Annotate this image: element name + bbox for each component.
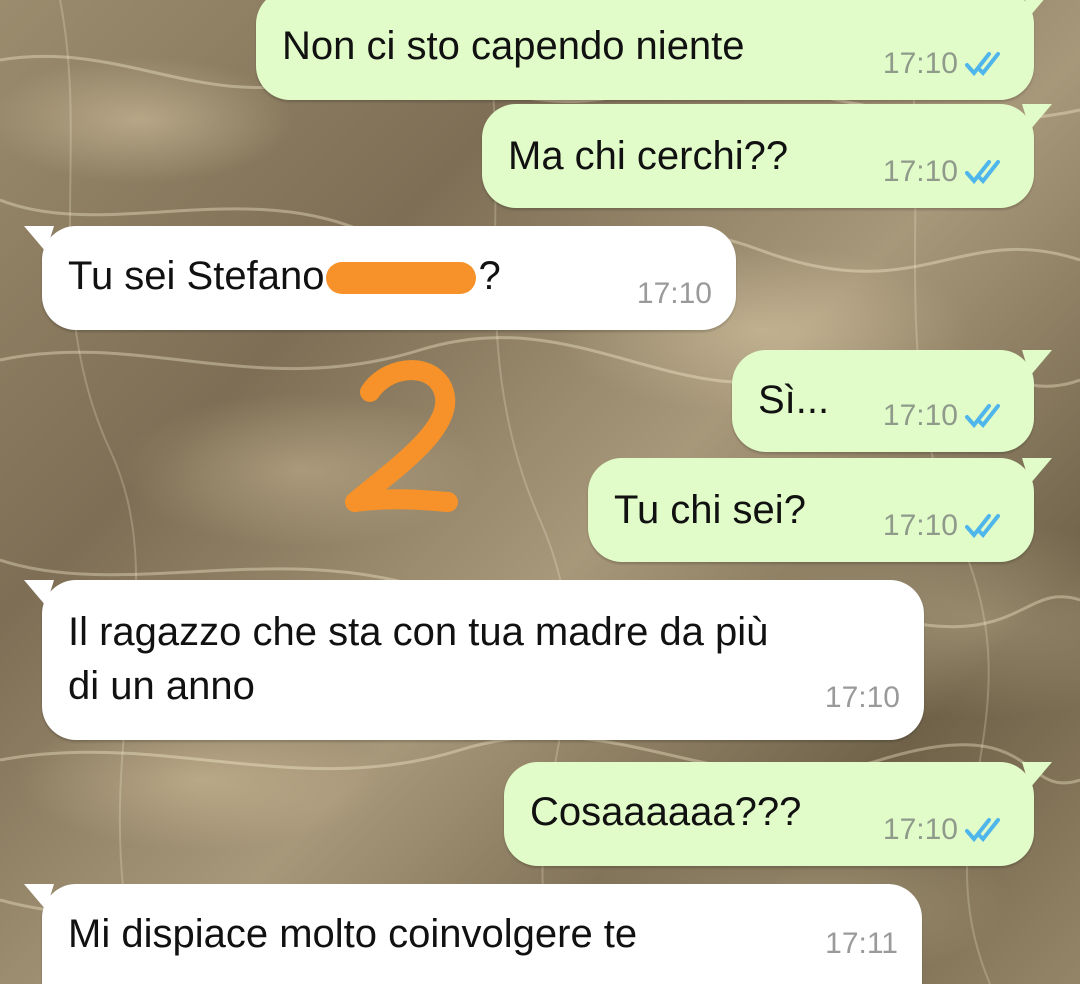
bubble-tail: [24, 884, 54, 910]
bubble-tail: [1022, 104, 1052, 130]
message-time: 17:10: [882, 47, 958, 80]
message-meta: 17:10: [883, 804, 1010, 856]
message-bubble-incoming[interactable]: Tu sei Stefano? 17:10: [24, 226, 736, 330]
message-text-line: Il ragazzo che sta con tua madre da più: [68, 610, 769, 654]
number-2-scribble-icon: [345, 360, 458, 512]
message-bubble-outgoing[interactable]: Cosaaaaaa??? 17:10: [504, 762, 1052, 866]
bubble-tail: [24, 580, 54, 606]
message-text-part: Tu sei Stefano: [68, 254, 325, 298]
message-time: 17:10: [882, 813, 958, 846]
message-bubble-incoming[interactable]: Il ragazzo che sta con tua madre da più …: [24, 580, 924, 740]
double-check-icon: [965, 404, 1000, 429]
message-time: 17:11: [825, 927, 898, 960]
message-meta: 17:10: [825, 672, 900, 724]
message-text: Ma chi cerchi??: [508, 134, 789, 178]
double-check-icon: [965, 818, 1000, 843]
message-meta: 17:10: [883, 38, 1010, 90]
message-text: Mi dispiace molto coinvolgere te: [68, 912, 638, 956]
double-check-icon: [965, 52, 1000, 77]
message-text-part: ?: [478, 254, 501, 298]
message-time: 17:10: [882, 155, 958, 188]
message-text: Tu chi sei?: [614, 488, 806, 532]
message-text: Non ci sto capendo niente: [282, 24, 745, 68]
message-meta: 17:10: [637, 268, 712, 320]
message-bubble-outgoing[interactable]: Tu chi sei? 17:10: [588, 458, 1052, 562]
message-meta: 17:10: [883, 390, 1010, 442]
message-bubble-outgoing[interactable]: Ma chi cerchi?? 17:10: [482, 104, 1052, 208]
message-time: 17:10: [882, 399, 958, 432]
message-time: 17:10: [636, 277, 712, 310]
bubble-tail: [1022, 762, 1052, 788]
redaction-mark: [326, 262, 477, 295]
message-time: 17:10: [824, 681, 900, 714]
double-check-icon: [965, 160, 1000, 185]
message-text-line: di un anno: [68, 664, 255, 708]
message-bubble-outgoing[interactable]: Sì... 17:10: [732, 350, 1052, 452]
message-text: Cosaaaaaa???: [530, 790, 802, 834]
message-time: 17:10: [882, 509, 958, 542]
message-meta: 17:10: [883, 146, 1010, 198]
double-check-icon: [965, 514, 1000, 539]
message-text: Sì...: [758, 378, 830, 422]
bubble-tail: [1025, 0, 1044, 16]
message-text: Tu sei Stefano?: [68, 250, 501, 302]
message-bubble-outgoing[interactable]: Non ci sto capendo niente 17:10: [256, 0, 1044, 100]
bubble-tail: [1022, 350, 1052, 376]
bubble-tail: [24, 226, 54, 252]
message-meta: 17:10: [883, 500, 1010, 552]
bubble-tail: [1022, 458, 1052, 484]
message-bubble-incoming[interactable]: Mi dispiace molto coinvolgere te 17:11: [24, 884, 922, 984]
message-meta: 17:11: [825, 918, 898, 970]
